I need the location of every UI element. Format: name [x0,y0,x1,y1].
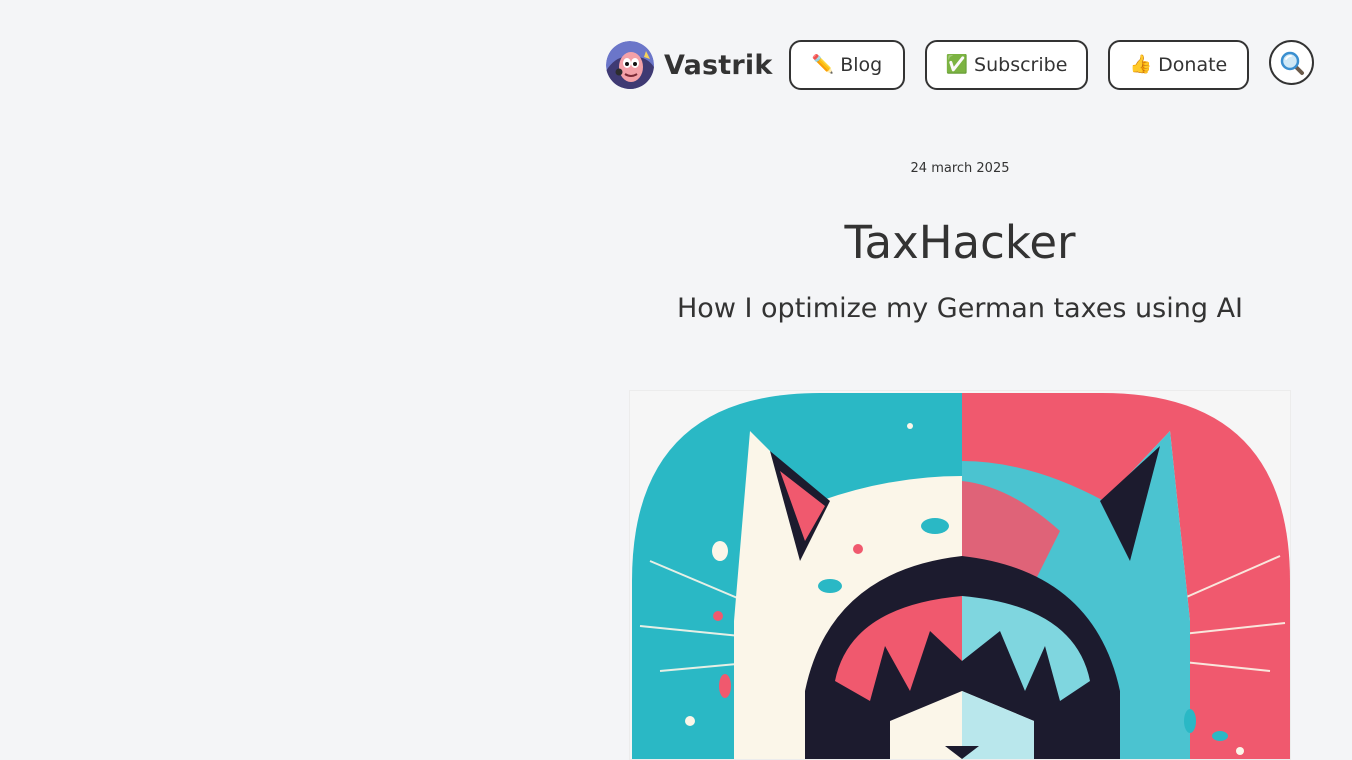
blog-button-label: Blog [840,54,883,76]
post-subtitle: How I optimize my German taxes using AI [677,293,1243,324]
magnifier-icon [1280,51,1304,75]
pencil-icon: ✏️ [811,54,835,75]
donate-button-label: Donate [1158,54,1228,76]
hooded-cat-illustration [632,393,1290,759]
post-date: 24 march 2025 [910,161,1010,176]
subscribe-button[interactable]: ✅ Subscribe [925,40,1088,90]
logo-text: Vastrik [664,49,773,81]
avatar [606,41,654,89]
site-logo-link[interactable]: Vastrik [606,41,773,89]
check-mark-icon: ✅ [945,54,969,75]
thumbs-up-icon: 👍 [1129,54,1153,75]
cover-image [629,390,1291,760]
donate-button[interactable]: 👍 Donate [1108,40,1249,90]
subscribe-button-label: Subscribe [974,54,1068,76]
page: Vastrik ✏️ Blog ✅ Subscribe 👍 Donate 24 … [0,0,1352,760]
search-button[interactable] [1269,40,1314,85]
blog-button[interactable]: ✏️ Blog [789,40,905,90]
site-header: Vastrik ✏️ Blog ✅ Subscribe 👍 Donate [0,0,1352,130]
post-title: TaxHacker [844,216,1076,269]
